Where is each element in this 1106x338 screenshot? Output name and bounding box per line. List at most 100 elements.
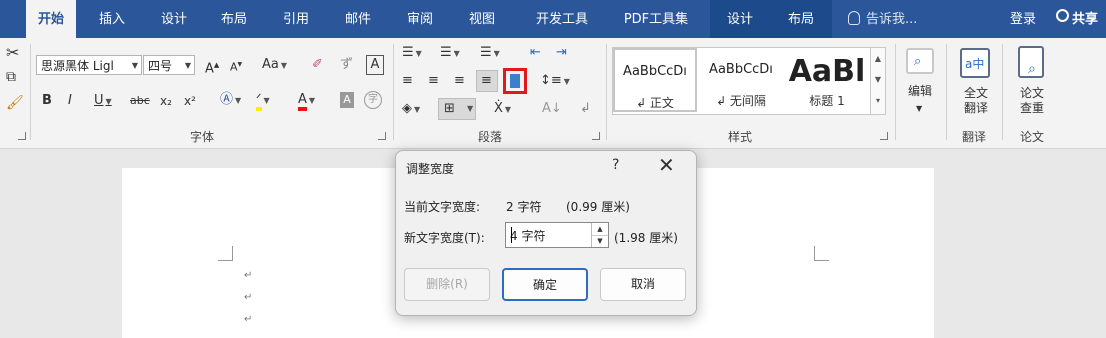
font-color-button[interactable]: A ▼: [298, 91, 315, 111]
new-width-cm: (1.98 厘米): [614, 231, 678, 245]
full-text-translate-button[interactable]: 全文 翻译: [956, 86, 996, 116]
margin-corner-left: [218, 246, 233, 261]
format-painter-icon[interactable]: 🖌: [6, 94, 24, 112]
chevron-down-icon[interactable]: ▼: [871, 69, 885, 90]
find-button[interactable]: ⌕: [906, 48, 934, 74]
tab-review[interactable]: 审阅: [398, 0, 442, 38]
person-icon: [1056, 9, 1069, 22]
font-name-value: 思源黑体 Ligl: [41, 59, 114, 73]
chevron-down-icon[interactable]: ▼: [916, 100, 922, 118]
tab-table-design[interactable]: 设计: [710, 0, 770, 38]
numbering-icon[interactable]: ☰ ▼: [440, 44, 460, 63]
cancel-button[interactable]: 取消: [600, 268, 686, 301]
increase-indent-icon[interactable]: ⇥: [556, 44, 567, 62]
text-effects-button[interactable]: Ⓐ ▼: [220, 91, 241, 110]
line-spacing-icon[interactable]: ↕≡ ▼: [540, 72, 570, 91]
tell-me-text: 告诉我...: [866, 12, 918, 27]
group-separator: [895, 44, 896, 140]
tab-insert[interactable]: 插入: [90, 0, 134, 38]
tab-home[interactable]: 开始: [26, 0, 76, 38]
translate-glyph: a中: [965, 57, 985, 71]
tab-references[interactable]: 引用: [274, 0, 318, 38]
borders-button[interactable]: ⊞ ▼: [438, 98, 476, 120]
close-icon[interactable]: ✕: [658, 153, 675, 177]
align-right-icon[interactable]: ≡: [454, 72, 465, 90]
italic-button[interactable]: I: [68, 92, 72, 110]
underline-button[interactable]: U ▼: [94, 92, 112, 111]
help-button[interactable]: ?: [612, 157, 619, 173]
copy-icon[interactable]: ⧉: [6, 68, 16, 86]
strikethrough-button[interactable]: abc: [130, 92, 150, 110]
paragraph-launcher-icon[interactable]: [592, 132, 600, 140]
distributed-align-button[interactable]: [503, 68, 527, 94]
superscript-button[interactable]: x²: [184, 92, 196, 110]
styles-launcher-icon[interactable]: [880, 132, 888, 140]
tab-mailings[interactable]: 邮件: [336, 0, 380, 38]
phonetic-guide-icon[interactable]: ず: [340, 56, 353, 74]
edit-label[interactable]: 编辑: [904, 84, 936, 99]
tab-layout[interactable]: 布局: [212, 0, 256, 38]
delete-button[interactable]: 删除(R): [404, 268, 490, 301]
new-width-value[interactable]: 4 字符: [510, 227, 545, 244]
group-separator: [393, 44, 394, 140]
tab-developer[interactable]: 开发工具: [522, 0, 602, 38]
more-icon[interactable]: ▾: [871, 90, 885, 111]
clear-formatting-icon[interactable]: ✐: [312, 56, 323, 74]
tab-design[interactable]: 设计: [152, 0, 196, 38]
group-separator: [946, 44, 947, 140]
style-preview: AaBbCcDı: [623, 64, 687, 79]
paper-check-button[interactable]: 论文 查重: [1012, 86, 1052, 116]
decrease-indent-icon[interactable]: ⇤: [530, 44, 541, 62]
character-border-icon[interactable]: A: [366, 55, 384, 75]
character-shading-icon[interactable]: A: [340, 92, 354, 108]
translate-icon[interactable]: a中: [960, 48, 990, 78]
sort-icon[interactable]: A↓: [542, 100, 562, 118]
align-left-icon[interactable]: ≡: [402, 72, 413, 90]
justify-button[interactable]: ≡: [476, 70, 498, 92]
style-name: ↲ 正文: [636, 96, 674, 110]
enclose-characters-icon[interactable]: 字: [364, 91, 382, 109]
tab-pdf-tools[interactable]: PDF工具集: [612, 0, 700, 38]
paragraph-mark: ↵: [244, 270, 253, 281]
share-button[interactable]: 共享: [1056, 0, 1098, 38]
paper-check-icon[interactable]: ⌕: [1018, 46, 1044, 78]
group-separator: [1002, 44, 1003, 140]
highlight-color-button[interactable]: ᐟ ▼: [256, 91, 270, 111]
font-size-value: 四号: [148, 59, 173, 73]
clipboard-launcher-icon[interactable]: [18, 132, 26, 140]
font-launcher-icon[interactable]: [378, 132, 386, 140]
tell-me-search[interactable]: 告诉我...: [848, 0, 917, 38]
show-marks-icon[interactable]: ↲: [580, 100, 591, 118]
chinese-layout-icon[interactable]: Ẋ ▼: [494, 100, 511, 119]
spin-down-icon[interactable]: ▼: [592, 235, 608, 247]
group-separator: [30, 44, 31, 140]
subscript-button[interactable]: x₂: [160, 92, 172, 110]
style-no-spacing[interactable]: AaBbCcDı ↲ 无间隔: [699, 48, 783, 112]
paragraph-group-label: 段落: [478, 130, 503, 144]
style-heading-1[interactable]: AaBl 标题 1: [785, 48, 869, 112]
styles-gallery-scroll[interactable]: ▲ ▼ ▾: [870, 47, 886, 115]
style-normal[interactable]: AaBbCcDı ↲ 正文: [613, 48, 697, 112]
tab-view[interactable]: 视图: [460, 0, 504, 38]
shrink-font-button[interactable]: A▼: [230, 56, 242, 77]
font-size-combo[interactable]: 四号 ▼: [143, 55, 195, 75]
login-button[interactable]: 登录: [1010, 0, 1036, 38]
font-name-combo[interactable]: 思源黑体 Ligl ▼: [36, 55, 142, 75]
magnifier-glyph: ⌕: [1028, 61, 1036, 77]
bullets-icon[interactable]: ☰ ▼: [402, 44, 422, 63]
align-center-icon[interactable]: ≡: [428, 72, 439, 90]
current-width-cm: (0.99 厘米): [566, 200, 630, 214]
bold-button[interactable]: B: [42, 92, 52, 110]
change-case-button[interactable]: Aa ▼: [262, 56, 287, 75]
ribbon-tab-bar: 开始 插入 设计 布局 引用 邮件 审阅 视图 开发工具 PDF工具集 设计 布…: [0, 0, 1106, 38]
shading-icon[interactable]: ◈ ▼: [402, 100, 420, 119]
grow-font-button[interactable]: A▲: [205, 56, 219, 78]
tab-table-layout[interactable]: 布局: [770, 0, 832, 38]
new-width-spinner[interactable]: 4 字符 ▲ ▼: [505, 222, 609, 248]
ok-button[interactable]: 确定: [502, 268, 588, 301]
current-width-value: 2 字符: [506, 200, 542, 214]
multilevel-list-icon[interactable]: ☰ ▼: [480, 44, 500, 63]
style-name: 标题 1: [809, 94, 845, 108]
chevron-up-icon[interactable]: ▲: [871, 48, 885, 69]
cut-icon[interactable]: ✂: [6, 44, 19, 62]
